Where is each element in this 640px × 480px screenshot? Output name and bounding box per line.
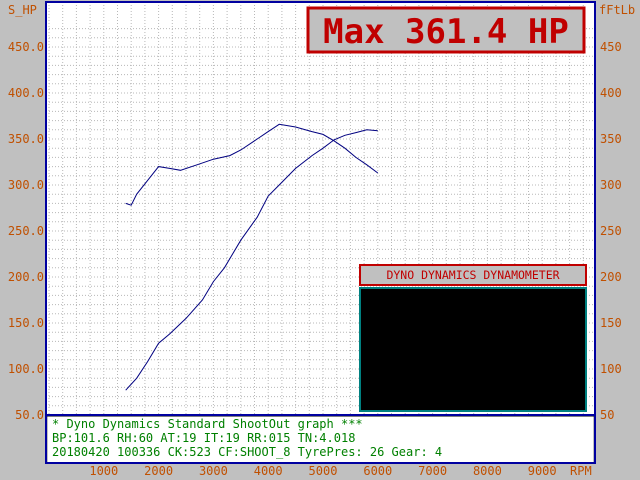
y-right-tick-label: 250 [600,224,622,238]
x-tick-label: 1000 [89,464,118,478]
y-left-tick-label: 200.0 [8,270,44,284]
y-left-tick-label: 350.0 [8,132,44,146]
x-tick-label: 7000 [418,464,447,478]
x-tick-label: 5000 [309,464,338,478]
y-right-tick-label: 100 [600,362,622,376]
x-tick-label: 8000 [473,464,502,478]
x-tick-label: 3000 [199,464,228,478]
y-left-tick-label: 400.0 [8,86,44,100]
y-right-ticks: 450 400 350 300 250 200 150 100 50 [600,40,622,422]
info-line-1: * Dyno Dynamics Standard ShootOut graph … [52,417,363,431]
y-right-tick-label: 300 [600,178,622,192]
y-right-tick-label: 450 [600,40,622,54]
y-left-tick-label: 250.0 [8,224,44,238]
x-tick-label: 9000 [528,464,557,478]
x-tick-label: 6000 [363,464,392,478]
x-axis-unit-label: RPM [570,464,592,478]
y-left-axis-label: S_HP [8,3,37,17]
y-right-axis-label: fFtLb [599,3,635,17]
y-left-tick-label: 450.0 [8,40,44,54]
y-left-ticks: 450.0 400.0 350.0 300.0 250.0 200.0 150.0 100.0… [8,40,44,422]
max-hp-text: Max 361.4 HP [323,12,569,52]
x-tick-label: 4000 [254,464,283,478]
y-left-tick-label: 300.0 [8,178,44,192]
y-right-tick-label: 350 [600,132,622,146]
dyno-panel-title: DYNO DYNAMICS DYNAMOMETER [386,268,559,282]
dyno-chart: S_HP fFtLb 450.0 400.0 350.0 300.0 250.0 200.… [8,1,635,478]
info-line-3: 20180420 100336 CK:523 CF:SHOOT_8 TyrePr… [52,445,442,459]
y-right-tick-label: 400 [600,86,622,100]
y-left-tick-label: 50.0 [15,408,44,422]
y-right-tick-label: 150 [600,316,622,330]
y-left-tick-label: 150.0 [8,316,44,330]
y-left-tick-label: 100.0 [8,362,44,376]
info-line-2: BP:101.6 RH:60 AT:19 IT:19 RR:015 TN:4.0… [52,431,355,445]
dyno-panel-display [359,287,587,412]
x-tick-label: 2000 [144,464,173,478]
y-right-tick-label: 200 [600,270,622,284]
y-right-tick-label: 50 [600,408,614,422]
x-ticks: 1000 2000 3000 4000 5000 6000 7000 8000 9000 [89,464,556,478]
